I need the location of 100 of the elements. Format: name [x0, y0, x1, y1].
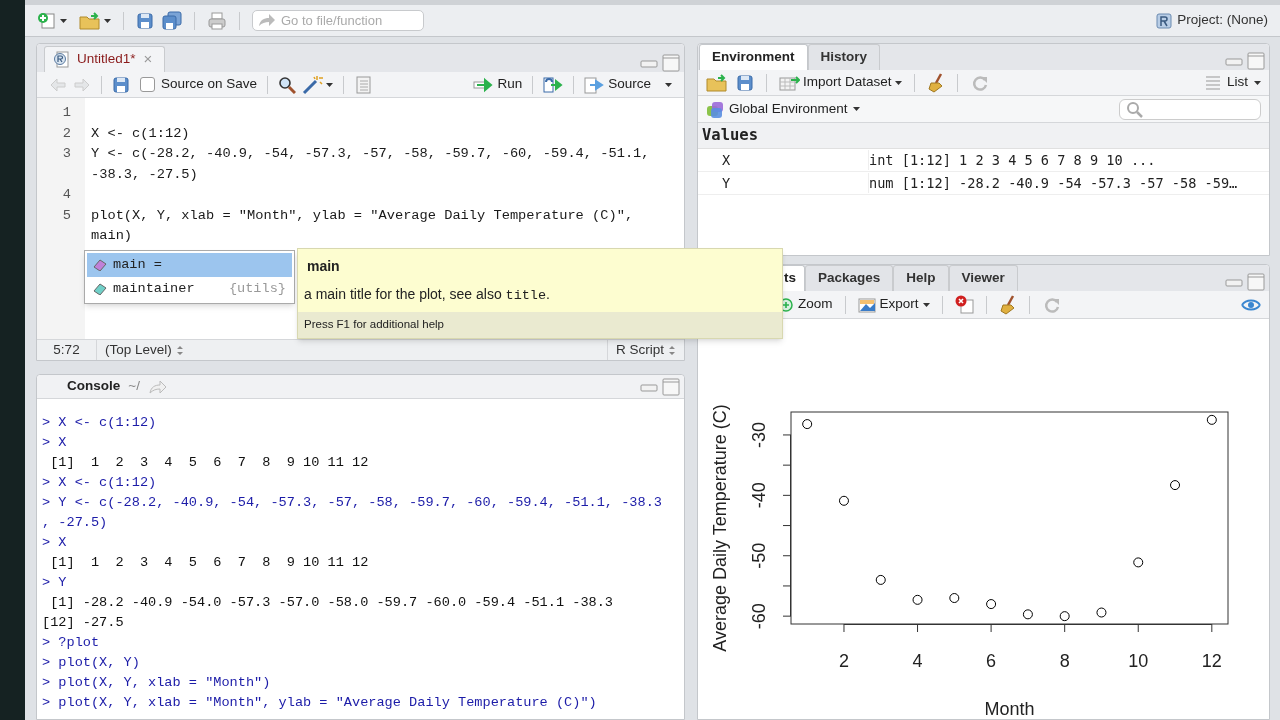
search-field[interactable] — [1119, 98, 1261, 120]
tab[interactable]: Help — [893, 265, 949, 291]
editor-tab[interactable]: Untitled1* × — [44, 46, 166, 72]
console-output: [1] 1 2 3 4 5 6 7 8 9 10 11 12 — [49, 554, 370, 572]
data-point — [838, 495, 849, 506]
line-number: 3 — [61, 145, 71, 163]
tick-label: 12 — [1201, 651, 1222, 671]
export-button[interactable]: Export — [857, 294, 930, 315]
source-on-save-checkbox[interactable]: Source on Save — [140, 74, 258, 95]
data-point — [1133, 557, 1144, 568]
tab[interactable]: Viewer — [948, 265, 1018, 291]
data-point — [912, 594, 923, 605]
tab-label: Untitled1* — [76, 50, 136, 69]
tab[interactable]: Packages — [805, 265, 894, 291]
source-button[interactable]: Source — [584, 74, 651, 95]
tick-label: -50 — [749, 542, 769, 569]
console-output: [12] -27.5 — [42, 614, 125, 632]
tick-label: -30 — [749, 421, 769, 448]
folder-icon[interactable] — [706, 72, 728, 93]
console-command: > X <- c(1:12) — [42, 414, 158, 432]
image-icon — [857, 295, 876, 314]
save-icon[interactable] — [136, 11, 154, 30]
code-line: plot(X, Y, xlab = "Month", ylab = "Average Daily Temperature (C)", — [91, 206, 635, 225]
tick-label: 10 — [1128, 651, 1149, 671]
data-point — [1059, 611, 1070, 622]
argument-icon — [93, 259, 107, 271]
tick-label: 8 — [1059, 651, 1070, 671]
line-number: 4 — [61, 186, 71, 204]
up-down-arrows-icon — [175, 344, 184, 356]
data-point — [1170, 480, 1181, 491]
notebook-icon[interactable] — [354, 74, 373, 95]
forward-arrow-icon[interactable] — [73, 76, 91, 93]
package-label: {utils} — [228, 279, 286, 298]
console-command: > Y — [42, 574, 68, 592]
rerun-icon[interactable] — [543, 75, 564, 94]
project-menu[interactable]: Project: (None) — [1177, 10, 1268, 31]
broom-icon[interactable] — [926, 72, 945, 93]
console-title: Console — [67, 377, 121, 396]
save-icon[interactable] — [112, 75, 130, 94]
caret-icon — [1254, 80, 1261, 85]
x-axis-label: Month — [984, 699, 1035, 719]
maximize-icon[interactable] — [662, 54, 680, 72]
console-command: > Y <- c(-28.2, -40.9, -54, -57.3, -57, -58, -59.7, -60, -59.4, -51.1, -38.3 — [42, 494, 663, 512]
line-number: 1 — [61, 104, 71, 122]
console-output: [1] 1 2 3 4 5 6 7 8 9 10 11 12 — [49, 454, 370, 472]
data-point — [1206, 414, 1217, 425]
maximize-icon[interactable] — [1247, 273, 1265, 291]
maximize-icon[interactable] — [662, 377, 680, 396]
search-icon[interactable] — [278, 75, 297, 94]
save-all-icon[interactable] — [162, 10, 182, 31]
console-command: > X — [42, 434, 68, 452]
data-point — [802, 419, 813, 430]
r-file-icon — [53, 51, 69, 68]
console-output: [1] -28.2 -40.9 -54.0 -57.3 -57.0 -58.0 -59.7 -60.0 -59.4 -51.1 -38.3 — [49, 594, 615, 612]
console-command: > plot(X, Y, xlab = "Month", ylab = "Average Daily Temperature (C)") — [42, 694, 598, 712]
run-button[interactable]: Run — [473, 74, 523, 95]
delete-plot-icon[interactable] — [954, 295, 974, 314]
working-directory: ~/ — [128, 377, 140, 396]
save-icon[interactable] — [736, 73, 754, 92]
code-line: main) — [91, 227, 134, 245]
tick-label: 4 — [912, 651, 923, 671]
console-command: > plot(X, Y, xlab = "Month") — [42, 674, 272, 692]
tick-label: -60 — [749, 603, 769, 630]
caret-icon[interactable] — [665, 82, 672, 87]
share-arrow-icon — [257, 12, 277, 28]
magic-wand-icon[interactable] — [302, 74, 325, 95]
code-line: Y <- c(-28.2, -40.9, -54, -57.3, -57, -58, -59.7, -60, -59.4, -51.1, — [91, 145, 651, 163]
help-text: a main title for the plot, see also title. — [303, 285, 551, 305]
code-line: X <- c(1:12) — [91, 124, 191, 143]
variable-value: int [1:12] 1 2 3 4 5 6 7 8 9 10 ... — [868, 149, 1156, 171]
tab[interactable]: History — [807, 44, 881, 70]
maximize-icon[interactable] — [1247, 52, 1265, 70]
data-point — [1096, 607, 1107, 618]
source-icon — [584, 75, 605, 94]
share-arrow-icon[interactable] — [147, 378, 168, 395]
import-dataset-button[interactable]: Import Dataset — [779, 72, 902, 93]
y-axis-label: Average Daily Temperature (C) — [710, 404, 730, 652]
completion-item[interactable]: maintainer {utils} — [87, 277, 292, 301]
print-icon[interactable] — [207, 10, 227, 31]
back-arrow-icon[interactable] — [49, 76, 67, 93]
tab[interactable]: Environment — [699, 44, 808, 70]
caret-icon[interactable] — [104, 18, 111, 23]
tick-label: 2 — [838, 651, 849, 671]
variable-name: Y — [721, 173, 732, 193]
completion-item[interactable]: main = — [87, 253, 292, 277]
up-down-arrows-icon — [668, 344, 676, 356]
tick-label: -40 — [749, 482, 769, 509]
caret-icon[interactable] — [60, 18, 67, 23]
table-icon — [779, 73, 800, 92]
scope-menu[interactable]: (Top Level) — [97, 339, 184, 361]
broom-icon[interactable] — [998, 294, 1017, 315]
cursor-position: 5:72 — [37, 339, 97, 361]
console-command: > ?plot — [42, 634, 101, 652]
goto-field[interactable]: Go to file/function — [252, 10, 424, 31]
line-number: 5 — [61, 206, 71, 225]
caret-icon[interactable] — [326, 82, 334, 87]
layers-icon — [706, 100, 724, 118]
list-view-button[interactable]: List — [1205, 72, 1261, 93]
data-point — [949, 593, 960, 604]
console-command: > X <- c(1:12) — [42, 474, 158, 492]
